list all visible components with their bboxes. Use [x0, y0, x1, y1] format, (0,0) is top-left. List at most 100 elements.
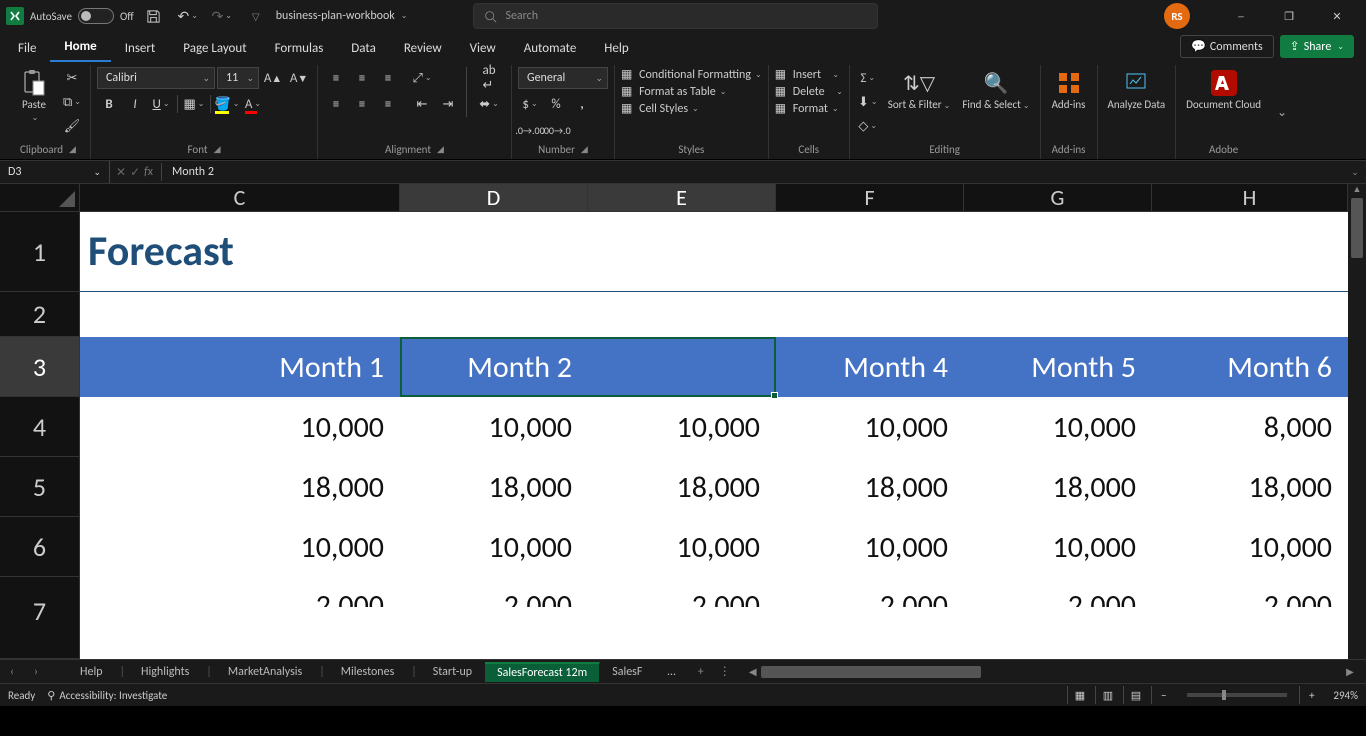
decrease-decimal[interactable]: .00→.0: [544, 119, 568, 141]
tab-page-layout[interactable]: Page Layout: [169, 35, 260, 62]
fill-color-button[interactable]: 🪣⌄: [215, 93, 239, 115]
autosave-toggle[interactable]: AutoSave Off: [30, 8, 134, 24]
cell-h5[interactable]: 18,000: [1152, 457, 1348, 517]
row-header-1[interactable]: 1: [0, 212, 80, 292]
normal-view-button[interactable]: ▦: [1067, 686, 1091, 704]
comments-button[interactable]: 💬 Comments: [1180, 35, 1274, 58]
sheet-tab-market[interactable]: MarketAnalysis: [216, 663, 315, 681]
accounting-format[interactable]: $⌄: [518, 93, 542, 115]
underline-button[interactable]: U⌄: [149, 93, 173, 115]
cell-g3[interactable]: Month 5: [964, 337, 1152, 397]
align-center[interactable]: ≡: [350, 93, 374, 115]
row-header-5[interactable]: 5: [0, 457, 80, 517]
align-left[interactable]: ≡: [324, 93, 348, 115]
tab-nav-next[interactable]: ›: [24, 665, 48, 679]
cell-d3[interactable]: Month 2: [400, 337, 588, 397]
formula-input[interactable]: Month 2: [164, 165, 1344, 179]
delete-cells-button[interactable]: ▦ Delete ⌄: [775, 84, 843, 99]
cells-grid[interactable]: Forecast Month 1 Month 2 Month 4 Month 5…: [80, 212, 1348, 659]
tab-review[interactable]: Review: [390, 35, 456, 62]
format-cells-button[interactable]: ▦ Format⌄: [775, 101, 839, 116]
row-header-6[interactable]: 6: [0, 517, 80, 577]
increase-font-button[interactable]: A▲: [261, 67, 285, 89]
cell-f4[interactable]: 10,000: [776, 397, 964, 457]
align-bottom[interactable]: ≡: [376, 67, 400, 89]
page-layout-view-button[interactable]: ▥: [1095, 686, 1119, 704]
align-right[interactable]: ≡: [376, 93, 400, 115]
toggle-off-icon[interactable]: [78, 8, 114, 24]
find-select-button[interactable]: 🔍 Find & Select⌄: [958, 67, 1033, 113]
page-break-view-button[interactable]: ▤: [1123, 686, 1147, 704]
col-header-f[interactable]: F: [776, 184, 964, 211]
cell-h4[interactable]: 8,000: [1152, 397, 1348, 457]
tab-formulas[interactable]: Formulas: [261, 35, 338, 62]
cell-c6[interactable]: 10,000: [80, 517, 400, 577]
cell-g7[interactable]: 2,000: [964, 577, 1152, 607]
enter-formula-icon[interactable]: ✓: [130, 165, 140, 180]
font-size-combo[interactable]: 11⌄: [217, 67, 259, 89]
alignment-launcher[interactable]: ◢: [437, 144, 444, 155]
cell-g4[interactable]: 10,000: [964, 397, 1152, 457]
cell-h7[interactable]: 2,000: [1152, 577, 1348, 607]
cell-h6[interactable]: 10,000: [1152, 517, 1348, 577]
cell-styles-button[interactable]: ▦ Cell Styles⌄: [621, 101, 699, 116]
tab-file[interactable]: File: [4, 35, 50, 62]
comma-format[interactable]: ,: [570, 93, 594, 115]
zoom-slider[interactable]: [1187, 693, 1287, 697]
analyze-data-button[interactable]: Analyze Data: [1104, 67, 1170, 113]
row-header-7[interactable]: 7: [0, 577, 80, 659]
increase-decimal[interactable]: .0→.00: [518, 119, 542, 141]
percent-format[interactable]: %: [544, 93, 568, 115]
cell-title[interactable]: Forecast: [80, 212, 1348, 291]
col-header-e[interactable]: E: [588, 184, 776, 211]
sheet-tab-salesf[interactable]: SalesF: [600, 663, 655, 681]
orientation-button[interactable]: ⤢⌄: [410, 67, 434, 89]
clear-button[interactable]: ◇⌄: [856, 115, 880, 137]
bold-button[interactable]: B: [97, 93, 121, 115]
horizontal-scrollbar[interactable]: ◀ ▶: [745, 665, 1358, 679]
vscroll-thumb[interactable]: [1351, 198, 1363, 258]
tab-nav-prev[interactable]: ‹: [0, 665, 24, 679]
row-header-4[interactable]: 4: [0, 397, 80, 457]
zoom-level[interactable]: 294%: [1333, 689, 1358, 702]
tab-insert[interactable]: Insert: [111, 35, 170, 62]
merge-center-button[interactable]: ⬌⌄: [473, 93, 505, 115]
decrease-font-button[interactable]: A▼: [287, 67, 311, 89]
cell-f7[interactable]: 2,000: [776, 577, 964, 607]
cell-e5[interactable]: 18,000: [588, 457, 776, 517]
collapse-ribbon-button[interactable]: ⌄: [1271, 65, 1293, 159]
borders-button[interactable]: ▦⌄: [182, 93, 206, 115]
sort-filter-button[interactable]: ⇅▽ Sort & Filter⌄: [884, 67, 955, 113]
cut-button[interactable]: ✂: [60, 67, 84, 89]
align-top[interactable]: ≡: [324, 67, 348, 89]
cell-empty[interactable]: [80, 292, 1348, 337]
cell-e4[interactable]: 10,000: [588, 397, 776, 457]
number-format-combo[interactable]: General⌄: [518, 67, 608, 89]
tab-automate[interactable]: Automate: [510, 35, 591, 62]
addins-button[interactable]: Add-ins: [1047, 67, 1091, 113]
copy-button[interactable]: ⧉⌄: [60, 91, 84, 113]
user-avatar[interactable]: RS: [1164, 3, 1190, 29]
cell-g6[interactable]: 10,000: [964, 517, 1152, 577]
vertical-scrollbar[interactable]: ▲: [1348, 184, 1366, 659]
tab-view[interactable]: View: [456, 35, 510, 62]
select-all-corner[interactable]: [0, 184, 80, 211]
cell-d4[interactable]: 10,000: [400, 397, 588, 457]
tab-help[interactable]: Help: [590, 35, 642, 62]
fx-icon[interactable]: fx: [144, 165, 153, 179]
cell-c7[interactable]: 2,000: [80, 577, 400, 607]
share-button[interactable]: ⇪ Share ⌄: [1280, 35, 1354, 58]
hscroll-thumb[interactable]: [761, 666, 981, 678]
col-header-d[interactable]: D: [400, 184, 588, 211]
filename[interactable]: business-plan-workbook⌄: [276, 9, 408, 23]
insert-cells-button[interactable]: ▦ Insert ⌄: [775, 67, 839, 82]
fill-button[interactable]: ⬇⌄: [856, 91, 880, 113]
undo-button[interactable]: ↶⌄: [174, 2, 202, 30]
cell-e6[interactable]: 10,000: [588, 517, 776, 577]
cell-e3[interactable]: [588, 337, 776, 397]
minimize-button[interactable]: ─: [1218, 1, 1264, 31]
cancel-formula-icon[interactable]: ✕: [116, 165, 126, 180]
cell-d7[interactable]: 2,000: [400, 577, 588, 607]
decrease-indent[interactable]: ⇤: [410, 93, 434, 115]
number-launcher[interactable]: ◢: [581, 144, 588, 155]
